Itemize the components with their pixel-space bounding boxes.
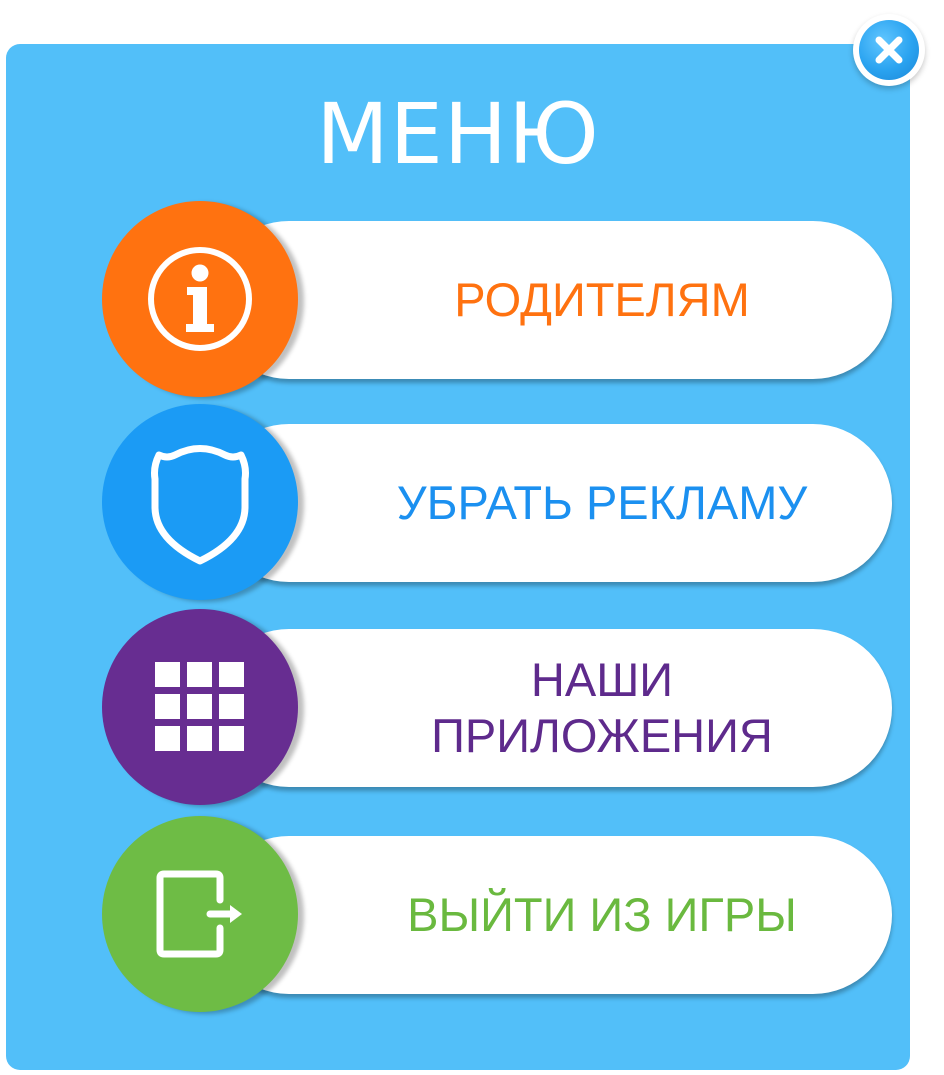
menu-item-our-apps[interactable]: НАШИ ПРИЛОЖЕНИЯ — [102, 609, 892, 809]
menu-title: МЕНЮ — [316, 85, 600, 183]
info-icon — [102, 201, 298, 397]
menu-item-label: УБРАТЬ РЕКЛАМУ — [396, 476, 808, 529]
grid-icon — [102, 609, 298, 805]
menu-item-exit-game[interactable]: ВЫЙТИ ИЗ ИГРЫ — [102, 816, 892, 1016]
exit-icon — [102, 816, 298, 1012]
menu-screen: МЕНЮ РОДИТЕЛЯМ УБРАТЬ РЕКЛАМУ НАШИ ПРИЛО… — [0, 0, 944, 1075]
menu-item-label: НАШИ ПРИЛОЖЕНИЯ — [431, 653, 773, 762]
close-icon — [859, 20, 919, 80]
menu-item-label: ВЫЙТИ ИЗ ИГРЫ — [407, 888, 797, 941]
menu-item-label: РОДИТЕЛЯМ — [454, 273, 750, 326]
menu-item-parents[interactable]: РОДИТЕЛЯМ — [102, 201, 892, 401]
menu-item-remove-ads[interactable]: УБРАТЬ РЕКЛАМУ — [102, 404, 892, 604]
shield-icon — [102, 404, 298, 600]
close-button[interactable] — [853, 14, 925, 86]
